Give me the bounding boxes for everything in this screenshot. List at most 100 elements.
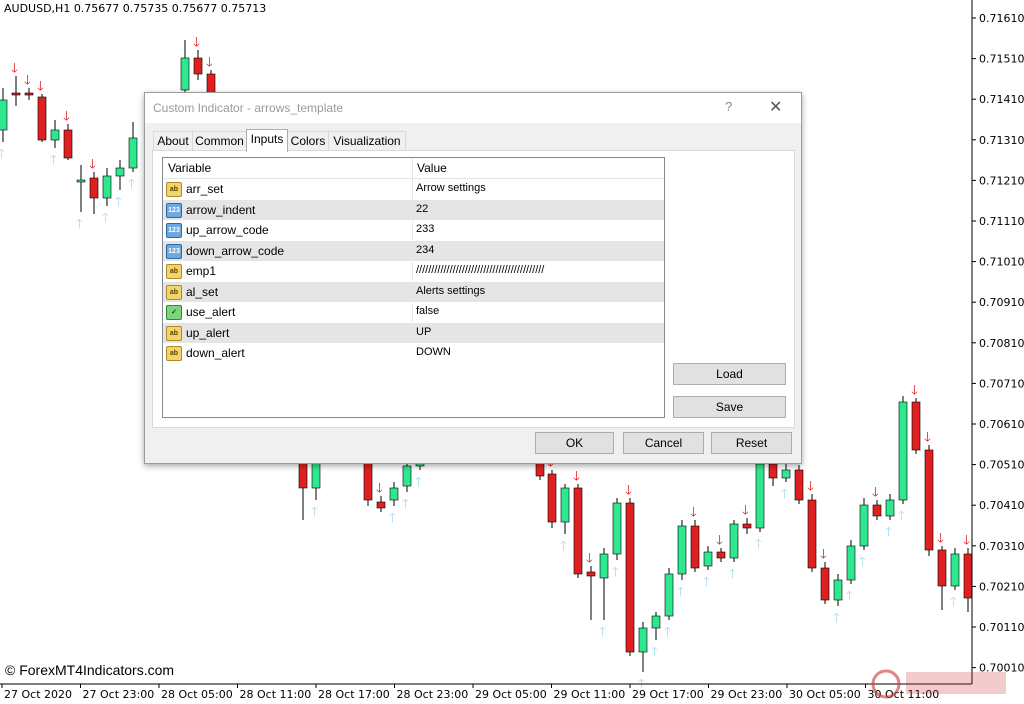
string-type-icon: ab bbox=[166, 264, 182, 279]
price-tick-label: 0.70410 bbox=[979, 499, 1024, 512]
time-axis: 27 Oct 2020 27 Oct 23:00 28 Oct 05:00 28 Oc… bbox=[1, 684, 939, 701]
candle-body bbox=[846, 545, 856, 581]
string-type-icon: ab bbox=[166, 346, 182, 361]
price-axis: 0.71610 0.71510 0.71410 0.71310 0.71210 0.711… bbox=[972, 12, 1024, 675]
candle-body bbox=[625, 502, 635, 653]
candle-body bbox=[937, 549, 947, 587]
up-arrow-icon: 🡑 bbox=[389, 511, 396, 526]
time-tick-label: 29 Oct 11:00 bbox=[554, 688, 626, 701]
down-arrow-icon: 🡓 bbox=[89, 157, 96, 172]
tab-common[interactable]: Common bbox=[192, 131, 247, 151]
candle-body bbox=[677, 525, 687, 575]
input-row-up-alert[interactable]: ab up_alert UP bbox=[163, 322, 664, 344]
up-arrow-icon: 🡑 bbox=[950, 595, 957, 610]
column-header-value[interactable]: Value bbox=[417, 161, 447, 175]
down-arrow-icon: 🡓 bbox=[911, 383, 918, 398]
down-arrow-icon: 🡓 bbox=[37, 79, 44, 94]
inputs-table[interactable]: Variable Value ab arr_set Arrow settings 12… bbox=[162, 157, 665, 418]
variable-value[interactable]: Alerts settings bbox=[416, 285, 485, 297]
up-arrow-icon: 🡑 bbox=[599, 625, 606, 640]
up-arrow-icon: 🡑 bbox=[846, 589, 853, 604]
variable-value[interactable]: 22 bbox=[416, 203, 428, 215]
candle-body bbox=[586, 571, 596, 577]
site-logo bbox=[871, 669, 1006, 699]
candle-body bbox=[690, 525, 700, 569]
tab-visualization[interactable]: Visualization bbox=[328, 131, 406, 151]
save-button[interactable]: Save bbox=[673, 396, 786, 418]
candle-body bbox=[298, 459, 308, 489]
time-tick-label: 29 Oct 17:00 bbox=[632, 688, 704, 701]
up-arrow-icon: 🡑 bbox=[311, 505, 318, 520]
input-row-al-set[interactable]: ab al_set Alerts settings bbox=[163, 281, 664, 303]
variable-value[interactable]: UP bbox=[416, 326, 431, 338]
time-tick-label: 29 Oct 05:00 bbox=[475, 688, 547, 701]
down-arrow-icon: 🡓 bbox=[625, 483, 632, 498]
up-arrow-icon: 🡑 bbox=[612, 565, 619, 580]
input-row-arr-set[interactable]: ab arr_set Arrow settings bbox=[163, 179, 664, 200]
up-arrow-icon: 🡑 bbox=[560, 539, 567, 554]
input-row-down-arrow-code[interactable]: 123 down_arrow_code 234 bbox=[163, 240, 664, 262]
close-icon[interactable]: ✕ bbox=[769, 97, 782, 117]
price-tick-label: 0.71610 bbox=[979, 12, 1024, 25]
price-tick-label: 0.71510 bbox=[979, 53, 1024, 66]
candle-body bbox=[612, 502, 622, 555]
ok-button[interactable]: OK bbox=[535, 432, 614, 454]
down-arrow-icon: 🡓 bbox=[807, 479, 814, 494]
time-tick-label: 28 Oct 05:00 bbox=[161, 688, 233, 701]
price-tick-label: 0.71410 bbox=[979, 93, 1024, 106]
down-arrow-icon: 🡓 bbox=[742, 503, 749, 518]
input-row-up-arrow-code[interactable]: 123 up_arrow_code 233 bbox=[163, 220, 664, 241]
variable-name: down_arrow_code bbox=[186, 243, 285, 258]
down-arrow-icon: 🡓 bbox=[924, 430, 931, 445]
candle-body bbox=[389, 487, 399, 501]
up-arrow-icon: 🡑 bbox=[729, 567, 736, 582]
price-tick-label: 0.71310 bbox=[979, 134, 1024, 147]
string-type-icon: ab bbox=[166, 284, 182, 300]
cancel-button[interactable]: Cancel bbox=[623, 432, 704, 454]
candle-body bbox=[63, 129, 73, 159]
up-arrow-icon: 🡑 bbox=[781, 487, 788, 502]
down-arrow-icon: 🡓 bbox=[963, 533, 970, 548]
tab-inputs[interactable]: Inputs bbox=[246, 129, 288, 152]
load-button[interactable]: Load bbox=[673, 363, 786, 385]
candle-body bbox=[50, 129, 60, 141]
candle-body bbox=[794, 469, 804, 501]
price-tick-label: 0.71110 bbox=[979, 215, 1024, 228]
variable-value[interactable]: ////////////////////////////////////////… bbox=[416, 264, 544, 276]
down-arrow-icon: 🡓 bbox=[11, 61, 18, 76]
candle-body bbox=[24, 92, 34, 96]
candle-body bbox=[911, 401, 921, 451]
down-arrow-icon: 🡓 bbox=[376, 481, 383, 496]
custom-indicator-dialog: Custom Indicator - arrows_template ? ✕ A… bbox=[144, 92, 802, 464]
boolean-type-icon: ✓ bbox=[166, 305, 182, 320]
candle-body bbox=[102, 175, 112, 199]
column-header-variable[interactable]: Variable bbox=[168, 161, 211, 175]
input-row-use-alert[interactable]: ✓ use_alert false bbox=[163, 302, 664, 323]
variable-value[interactable]: 233 bbox=[416, 223, 434, 235]
candle-body bbox=[37, 96, 47, 141]
variable-value[interactable]: 234 bbox=[416, 244, 434, 256]
watermark: © ForexMT4Indicators.com bbox=[5, 662, 175, 678]
candle-body bbox=[924, 449, 934, 551]
price-tick-label: 0.70910 bbox=[979, 296, 1024, 309]
tab-colors[interactable]: Colors bbox=[287, 131, 329, 151]
input-row-emp1[interactable]: ab emp1 //////////////////////////////////… bbox=[163, 261, 664, 282]
help-icon[interactable]: ? bbox=[725, 99, 732, 114]
reset-button[interactable]: Reset bbox=[711, 432, 792, 454]
variable-value[interactable]: DOWN bbox=[416, 346, 451, 358]
tab-about[interactable]: About bbox=[153, 131, 193, 151]
integer-type-icon: 123 bbox=[166, 223, 182, 238]
candle-body bbox=[180, 57, 190, 91]
variable-name: arrow_indent bbox=[186, 202, 256, 217]
up-arrow-icon: 🡑 bbox=[115, 195, 122, 210]
input-row-arrow-indent[interactable]: 123 arrow_indent 22 bbox=[163, 199, 664, 221]
input-row-down-alert[interactable]: ab down_alert DOWN bbox=[163, 343, 664, 364]
candle-body bbox=[193, 57, 203, 75]
variable-value[interactable]: Arrow settings bbox=[416, 182, 486, 194]
variable-value[interactable]: false bbox=[416, 305, 439, 317]
up-arrow-icon: 🡑 bbox=[833, 611, 840, 626]
candle-body bbox=[89, 177, 99, 199]
time-tick-label: 27 Oct 2020 bbox=[4, 688, 72, 701]
time-tick-label: 28 Oct 11:00 bbox=[240, 688, 312, 701]
up-arrow-icon: 🡑 bbox=[755, 537, 762, 552]
